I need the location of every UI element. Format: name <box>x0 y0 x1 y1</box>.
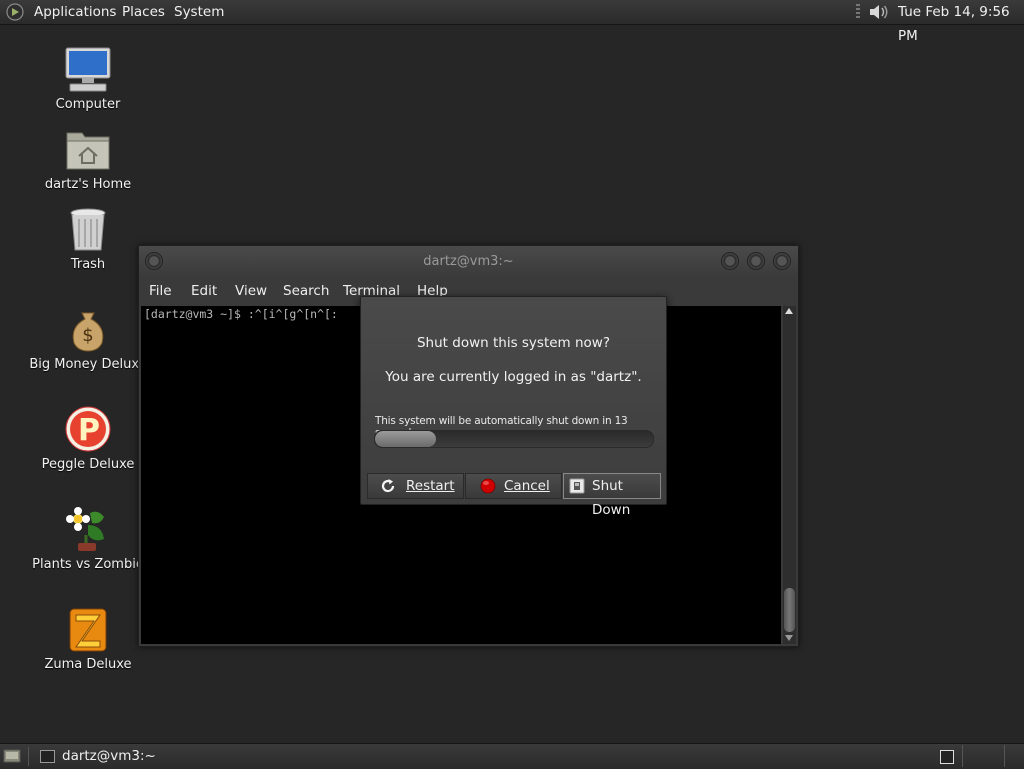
home-folder-icon <box>64 125 112 173</box>
taskbar-item-label: dartz@vm3:~ <box>62 748 156 764</box>
menu-edit[interactable]: Edit <box>191 278 217 304</box>
minimize-button[interactable] <box>721 252 739 270</box>
window-title: dartz@vm3:~ <box>423 254 514 269</box>
panel-separator <box>1004 745 1005 767</box>
scrollbar-thumb[interactable] <box>784 588 795 632</box>
computer-icon <box>64 45 112 93</box>
desktop-icon-label: Big Money Deluxe <box>29 357 147 372</box>
desktop-icon-label: dartz's Home <box>44 177 132 192</box>
desktop-icon-label: Computer <box>55 97 121 112</box>
shutdown-icon <box>569 478 585 494</box>
peggle-icon: P <box>64 405 112 453</box>
plants-icon <box>64 505 112 553</box>
trash-icon <box>64 205 112 253</box>
show-desktop-icon[interactable] <box>3 748 21 764</box>
menu-system[interactable]: System <box>174 0 224 24</box>
desktop-icon-label: Plants vs Zombie <box>32 557 144 572</box>
clock[interactable]: Tue Feb 14, 9:56 PM <box>898 0 1024 48</box>
terminal-icon <box>40 750 55 763</box>
top-panel: Applications Places System Tue Feb 14, 9… <box>0 0 1024 44</box>
shutdown-dialog: Shut down this system now? You are curre… <box>360 296 667 518</box>
svg-text:$: $ <box>82 325 93 346</box>
progress-fill <box>375 431 437 447</box>
desktop-icon-label: Peggle Deluxe <box>41 457 135 472</box>
desktop-icon-peggle[interactable]: P Peggle Deluxe <box>28 405 148 472</box>
desktop-icon-trash[interactable]: Trash <box>28 205 148 272</box>
shutdown-button[interactable]: Shut Down <box>563 473 661 518</box>
panel-separator <box>962 745 963 767</box>
restart-button[interactable]: Restart <box>367 473 464 499</box>
volume-icon[interactable] <box>868 3 890 21</box>
close-button[interactable] <box>773 252 791 270</box>
scroll-up-arrow-icon[interactable] <box>785 308 793 314</box>
scrollbar[interactable] <box>783 306 796 644</box>
scroll-down-arrow-icon[interactable] <box>785 635 793 641</box>
shutdown-label: Shut Down <box>592 478 631 518</box>
workspace-switcher[interactable] <box>940 750 954 764</box>
maximize-button[interactable] <box>747 252 765 270</box>
desktop-icon-plants-vs-zombies[interactable]: Plants vs Zombie <box>28 505 148 572</box>
desktop-icon-label: Zuma Deluxe <box>44 657 132 672</box>
dialog-question: Shut down this system now? <box>416 335 611 351</box>
menu-places[interactable]: Places <box>122 0 165 24</box>
zuma-icon <box>64 605 112 653</box>
restart-icon <box>381 479 395 493</box>
countdown-progress-bar <box>374 430 654 448</box>
desktop-icon-computer[interactable]: Computer <box>28 45 148 112</box>
restart-label: Restart <box>406 478 455 494</box>
menu-search[interactable]: Search <box>283 278 329 304</box>
taskbar-item-terminal[interactable]: dartz@vm3:~ <box>36 744 156 768</box>
desktop-icon-home[interactable]: dartz's Home <box>28 125 148 192</box>
menu-view[interactable]: View <box>235 278 267 304</box>
desktop-icon-big-money[interactable]: $ Big Money Deluxe <box>28 305 148 372</box>
panel-handle[interactable] <box>856 4 860 20</box>
gnome-foot-icon[interactable] <box>6 3 24 21</box>
bottom-panel: dartz@vm3:~ <box>0 743 1024 769</box>
desktop-icon-label: Trash <box>70 257 106 272</box>
menu-file[interactable]: File <box>149 278 172 304</box>
dialog-logged-in-text: You are currently logged in as "dartz". <box>385 369 642 385</box>
cancel-button[interactable]: Cancel <box>465 473 562 499</box>
window-titlebar[interactable]: dartz@vm3:~ <box>139 246 798 278</box>
panel-separator <box>28 747 29 766</box>
svg-text:P: P <box>78 413 100 448</box>
cancel-icon <box>480 478 496 494</box>
terminal-text: [dartz@vm3 ~]$ :^[i^[g^[n^[: <box>144 307 338 321</box>
cancel-label: Cancel <box>504 478 550 494</box>
desktop-icon-zuma[interactable]: Zuma Deluxe <box>28 605 148 672</box>
money-bag-icon: $ <box>64 305 112 353</box>
menu-applications[interactable]: Applications <box>34 0 116 24</box>
